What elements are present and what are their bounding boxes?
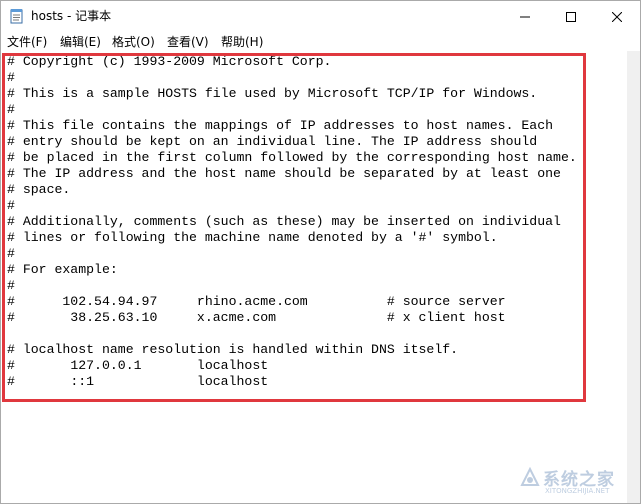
close-icon xyxy=(611,7,623,26)
menu-help[interactable]: 帮助(H) xyxy=(221,33,263,50)
vertical-scrollbar[interactable] xyxy=(627,51,640,503)
text-editor-area[interactable]: # Copyright (c) 1993-2009 Microsoft Corp… xyxy=(1,51,627,503)
title-bar[interactable]: hosts - 记事本 xyxy=(1,1,640,31)
watermark-subtext: XITONGZHIJIA.NET xyxy=(545,487,610,495)
menu-bar: 文件(F) 编辑(E) 格式(O) 查看(V) 帮助(H) xyxy=(1,31,640,50)
window-title: hosts - 记事本 xyxy=(31,9,112,23)
menu-view[interactable]: 查看(V) xyxy=(167,33,209,50)
minimize-button[interactable] xyxy=(502,1,548,31)
maximize-icon xyxy=(566,7,576,26)
minimize-icon xyxy=(520,7,530,26)
close-button[interactable] xyxy=(594,1,640,31)
notepad-window: hosts - 记事本 文件(F) 编辑(E) 格式(O) 查看(V) 帮助(H… xyxy=(0,0,641,504)
highlight-box xyxy=(2,53,586,402)
watermark-logo: 系统之家 XITONGZHIJIA.NET xyxy=(519,463,637,501)
menu-edit[interactable]: 编辑(E) xyxy=(60,33,101,50)
watermark-icon xyxy=(519,466,541,493)
maximize-button[interactable] xyxy=(548,1,594,31)
notepad-icon xyxy=(10,8,24,24)
menu-file[interactable]: 文件(F) xyxy=(7,33,47,50)
menu-format[interactable]: 格式(O) xyxy=(112,33,155,50)
